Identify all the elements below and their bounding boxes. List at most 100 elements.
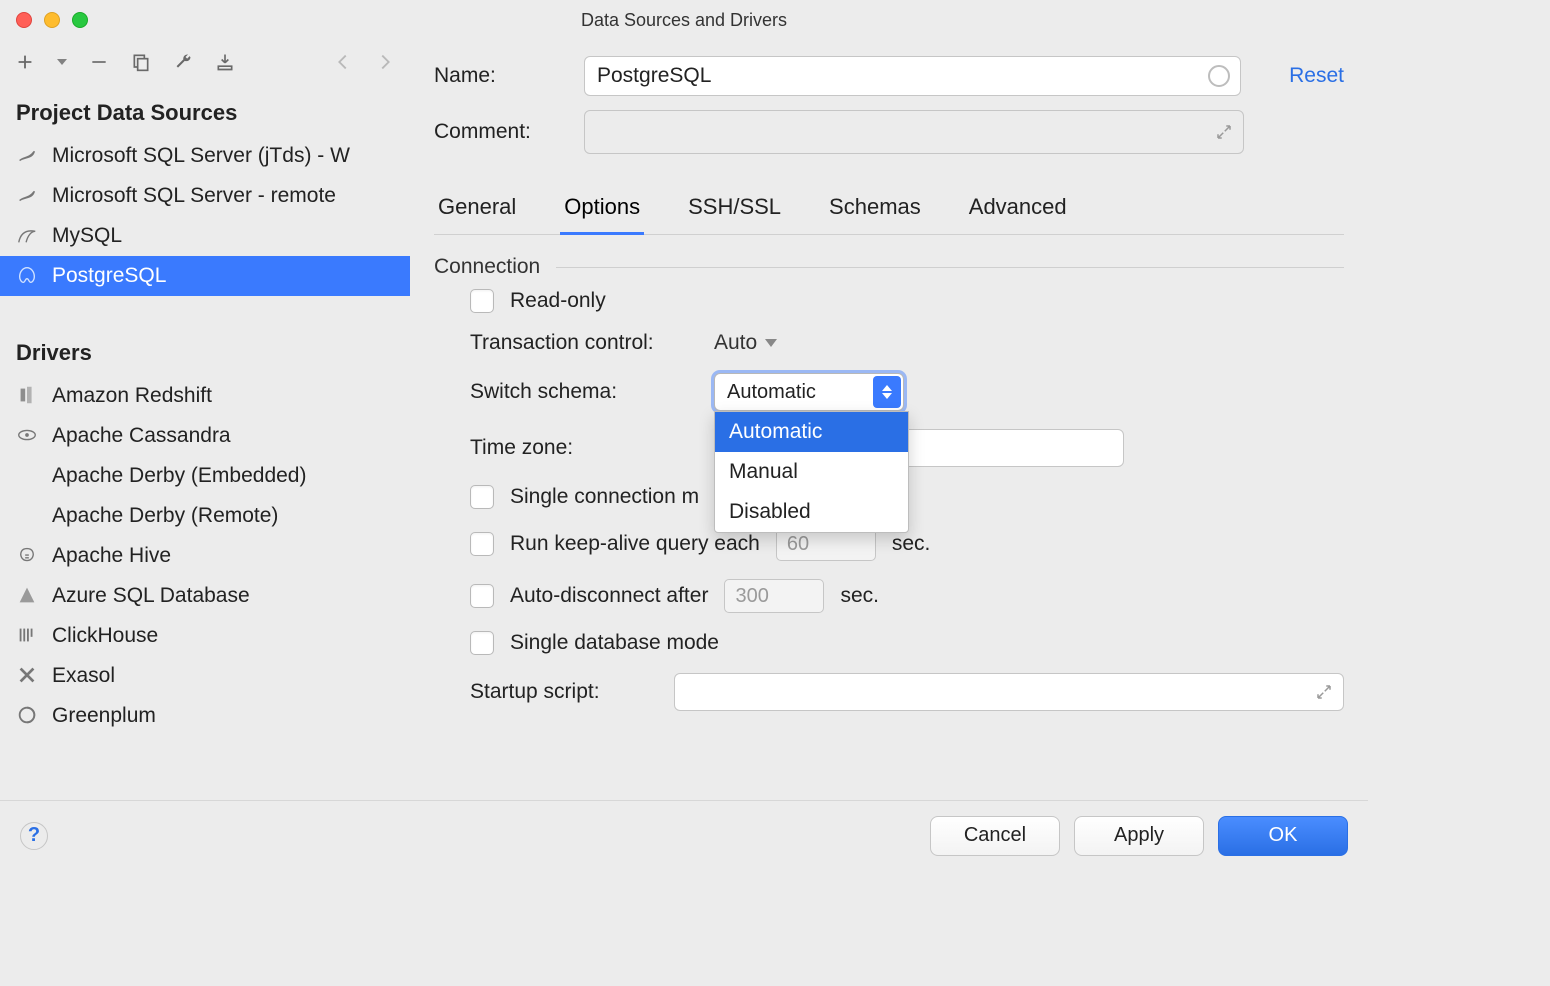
switch-schema-label: Switch schema: xyxy=(470,380,690,404)
project-data-sources-title: Project Data Sources xyxy=(0,84,410,136)
help-icon: ? xyxy=(28,824,40,847)
expand-icon[interactable] xyxy=(1315,683,1333,701)
tx-value-text: Auto xyxy=(714,331,757,355)
driver-item[interactable]: Apache Derby (Remote) xyxy=(0,496,410,536)
name-label: Name: xyxy=(434,64,564,88)
tab-ssh-ssl[interactable]: SSH/SSL xyxy=(684,184,785,234)
single-connection-checkbox[interactable] xyxy=(470,485,494,509)
tab-schemas[interactable]: Schemas xyxy=(825,184,925,234)
cancel-button[interactable]: Cancel xyxy=(930,816,1060,856)
item-label: MySQL xyxy=(52,224,122,248)
startup-script-label: Startup script: xyxy=(470,680,650,704)
comment-label: Comment: xyxy=(434,120,564,144)
autodisconnect-value: 300 xyxy=(735,585,768,608)
remove-icon[interactable] xyxy=(88,51,110,73)
single-db-row: Single database mode xyxy=(470,631,1344,655)
tab-advanced[interactable]: Advanced xyxy=(965,184,1071,234)
data-source-item[interactable]: MySQL xyxy=(0,216,410,256)
mysql-icon xyxy=(16,224,40,248)
chevron-down-icon xyxy=(765,339,777,347)
cassandra-icon xyxy=(16,424,40,448)
item-label: Amazon Redshift xyxy=(52,384,212,408)
tab-options[interactable]: Options xyxy=(560,184,644,235)
greenplum-icon xyxy=(16,704,40,728)
cancel-label: Cancel xyxy=(964,824,1026,847)
name-value: PostgreSQL xyxy=(597,64,711,88)
azure-icon xyxy=(16,584,40,608)
item-label: Exasol xyxy=(52,664,115,688)
driver-item[interactable]: Greenplum xyxy=(0,696,410,736)
transaction-control-row: Transaction control: Auto xyxy=(470,331,1344,355)
item-label: Apache Derby (Remote) xyxy=(52,504,278,528)
driver-item[interactable]: Apache Derby (Embedded) xyxy=(0,456,410,496)
name-input[interactable]: PostgreSQL xyxy=(584,56,1241,96)
data-source-item[interactable]: Microsoft SQL Server - remote xyxy=(0,176,410,216)
sidebar-toolbar xyxy=(0,40,410,84)
name-row: Name: PostgreSQL Reset xyxy=(434,56,1344,96)
exasol-icon xyxy=(16,664,40,688)
driver-item[interactable]: Exasol xyxy=(0,656,410,696)
forward-arrow-icon[interactable] xyxy=(374,51,396,73)
sec-label: sec. xyxy=(840,584,879,608)
dialog-window: Data Sources and Drivers Project Data So… xyxy=(0,0,1368,870)
connection-section-header: Connection xyxy=(434,255,1344,279)
keepalive-checkbox[interactable] xyxy=(470,532,494,556)
keepalive-value: 60 xyxy=(787,533,809,556)
add-icon[interactable] xyxy=(14,51,36,73)
postgresql-icon xyxy=(16,264,40,288)
single-db-checkbox[interactable] xyxy=(470,631,494,655)
transaction-control-label: Transaction control: xyxy=(470,331,690,355)
driver-item[interactable]: Azure SQL Database xyxy=(0,576,410,616)
timezone-label: Time zone: xyxy=(470,436,690,460)
data-sources-list: Microsoft SQL Server (jTds) - W Microsof… xyxy=(0,136,410,296)
switch-schema-value: Automatic xyxy=(727,381,816,404)
main-panel: Name: PostgreSQL Reset Comment: General xyxy=(410,40,1368,800)
select-caret-icon xyxy=(873,376,901,408)
apply-button[interactable]: Apply xyxy=(1074,816,1204,856)
help-button[interactable]: ? xyxy=(20,822,48,850)
startup-script-input[interactable] xyxy=(674,673,1344,711)
readonly-label: Read-only xyxy=(510,289,606,313)
dropdown-option[interactable]: Automatic xyxy=(715,412,908,452)
item-label: Apache Cassandra xyxy=(52,424,231,448)
transaction-control-value[interactable]: Auto xyxy=(714,331,777,355)
apply-label: Apply xyxy=(1114,824,1164,847)
item-label: Microsoft SQL Server (jTds) - W xyxy=(52,144,350,168)
switch-schema-dropdown: Automatic Manual Disabled xyxy=(714,411,909,533)
sidebar: Project Data Sources Microsoft SQL Serve… xyxy=(0,40,410,800)
readonly-checkbox[interactable] xyxy=(470,289,494,313)
data-source-item[interactable]: PostgreSQL xyxy=(0,256,410,296)
autodisconnect-label: Auto-disconnect after xyxy=(510,584,708,608)
driver-item[interactable]: Apache Cassandra xyxy=(0,416,410,456)
window-title: Data Sources and Drivers xyxy=(0,10,1368,31)
dropdown-option[interactable]: Manual xyxy=(715,452,908,492)
dropdown-option[interactable]: Disabled xyxy=(715,492,908,532)
data-source-item[interactable]: Microsoft SQL Server (jTds) - W xyxy=(0,136,410,176)
single-connection-label: Single connection m xyxy=(510,485,699,509)
autodisconnect-checkbox[interactable] xyxy=(470,584,494,608)
sec-label: sec. xyxy=(892,532,931,556)
autodisconnect-row: Auto-disconnect after 300 sec. xyxy=(470,579,1344,613)
toolbar-caret-icon[interactable] xyxy=(56,51,68,73)
copy-icon[interactable] xyxy=(130,51,152,73)
keepalive-label: Run keep-alive query each xyxy=(510,532,760,556)
expand-icon[interactable] xyxy=(1215,123,1233,141)
reset-link[interactable]: Reset xyxy=(1289,64,1344,88)
back-arrow-icon[interactable] xyxy=(332,51,354,73)
autodisconnect-input[interactable]: 300 xyxy=(724,579,824,613)
item-label: Apache Derby (Embedded) xyxy=(52,464,306,488)
single-db-label: Single database mode xyxy=(510,631,719,655)
driver-item[interactable]: ClickHouse xyxy=(0,616,410,656)
drivers-list: Amazon Redshift Apache Cassandra Apache … xyxy=(0,376,410,736)
driver-item[interactable]: Apache Hive xyxy=(0,536,410,576)
switch-schema-select[interactable]: Automatic xyxy=(714,373,904,411)
mssql-icon xyxy=(16,144,40,168)
comment-row: Comment: xyxy=(434,110,1344,154)
import-icon[interactable] xyxy=(214,51,236,73)
wrench-icon[interactable] xyxy=(172,51,194,73)
comment-input[interactable] xyxy=(584,110,1244,154)
ok-button[interactable]: OK xyxy=(1218,816,1348,856)
tab-general[interactable]: General xyxy=(434,184,520,234)
titlebar: Data Sources and Drivers xyxy=(0,0,1368,40)
driver-item[interactable]: Amazon Redshift xyxy=(0,376,410,416)
